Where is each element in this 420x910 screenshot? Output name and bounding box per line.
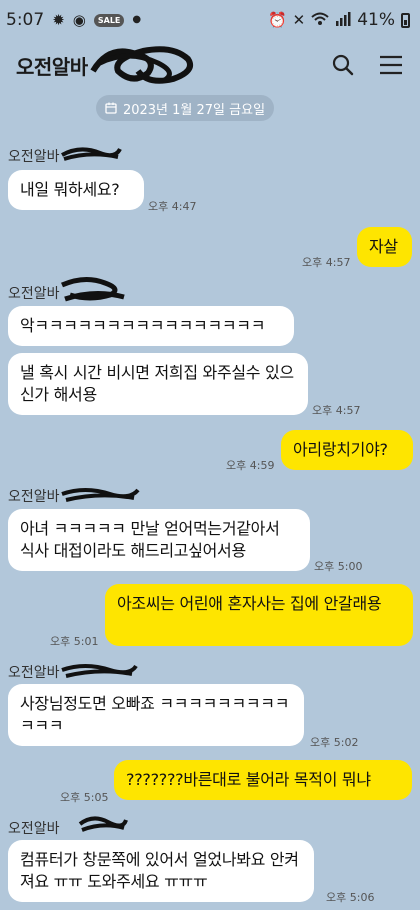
message-bubble-mine[interactable]: 아조씨는 어린애 혼자사는 집에 안갈래용 xyxy=(105,584,413,646)
message-bubble-mine[interactable]: 아리랑치기야? xyxy=(281,430,413,470)
message-bubble[interactable]: 내일 뭐하세요? xyxy=(8,170,144,210)
message-bubble[interactable]: 낼 혹시 시간 비시면 저희집 와주실수 있으신가 해서용 xyxy=(8,353,308,415)
sender-name: 오전알바 xyxy=(8,286,60,302)
sender-name: 오전알바 xyxy=(8,489,60,505)
message-time: 오후 5:00 xyxy=(314,560,363,573)
redaction-scribble xyxy=(78,816,128,832)
sender-name: 오전알바 xyxy=(8,149,60,165)
message-bubble[interactable]: 악ㅋㅋㅋㅋㅋㅋㅋㅋㅋㅋㅋㅋㅋㅋㅋㅋ xyxy=(8,306,294,346)
redaction-scribble xyxy=(61,488,140,502)
message-time: 오후 5:06 xyxy=(326,891,375,904)
redaction-scribble xyxy=(61,664,138,678)
message-bubble-mine[interactable]: 자살 xyxy=(357,227,412,267)
message-time: 오후 5:02 xyxy=(310,736,359,749)
message-time: 오후 4:47 xyxy=(148,200,197,213)
message-time: 오후 5:05 xyxy=(60,791,109,804)
message-time: 오후 4:59 xyxy=(226,459,275,472)
message-bubble-mine[interactable]: ???????바른대로 불어라 목적이 뭐냐 xyxy=(114,760,412,800)
message-time: 오후 5:01 xyxy=(50,635,99,648)
message-bubble[interactable]: 컴퓨터가 창문쪽에 있어서 얼었나봐요 안켜져요 ㅠㅠ 도와주세요 ㅠㅠㅠ xyxy=(8,840,314,902)
sender-name: 오전알바 xyxy=(8,821,60,837)
redaction-scribble xyxy=(61,277,125,302)
sender-name: 오전알바 xyxy=(8,665,60,681)
message-time: 오후 4:57 xyxy=(312,404,361,417)
redaction-scribble xyxy=(61,147,122,161)
message-bubble[interactable]: 아녀 ㅋㅋㅋㅋㅋ 만날 얻어먹는거같아서 식사 대접이라도 해드리고싶어서용 xyxy=(8,509,310,571)
message-bubble[interactable]: 사장님정도면 오빠죠 ㅋㅋㅋㅋㅋㅋㅋㅋㅋㅋㅋㅋ xyxy=(8,684,304,746)
message-list: 오전알바 내일 뭐하세요? 오후 4:47 오후 4:57 자살 오전알바 악ㅋ… xyxy=(0,0,420,910)
message-time: 오후 4:57 xyxy=(302,256,351,269)
